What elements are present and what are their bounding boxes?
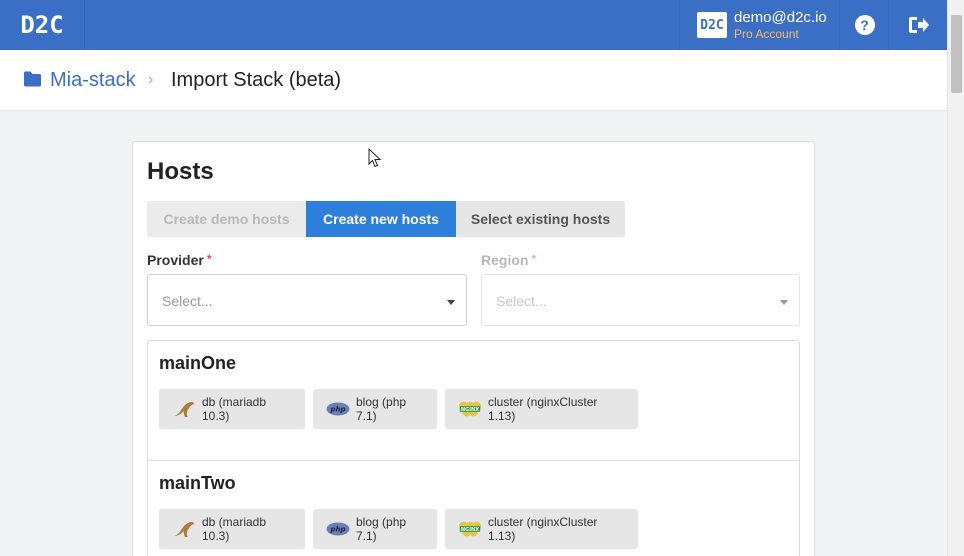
service-label: blog (php 7.1) xyxy=(356,515,407,543)
mouse-cursor-icon xyxy=(368,148,382,168)
account-plan: Pro Account xyxy=(734,27,799,41)
required-mark: * xyxy=(206,252,212,266)
avatar: D2C xyxy=(697,12,727,38)
mariadb-seal-icon xyxy=(172,400,196,418)
chevron-right-icon: › xyxy=(148,71,154,88)
service-chip[interactable]: db (mariadb 10.3) xyxy=(159,389,305,429)
folder-icon xyxy=(24,71,41,87)
svg-text:php: php xyxy=(329,526,345,534)
host-source-tabs: Create demo hosts Create new hosts Selec… xyxy=(147,201,625,237)
provider-select[interactable]: Select... xyxy=(147,274,467,326)
svg-text:php: php xyxy=(329,406,345,414)
tab-create-demo-hosts[interactable]: Create demo hosts xyxy=(147,201,306,237)
service-chip[interactable]: NGiNX cluster (nginxCluster 1.13) xyxy=(445,389,638,429)
host-name: mainTwo xyxy=(159,473,236,493)
service-label: cluster (nginxCluster 1.13) xyxy=(488,395,598,423)
hosts-list: mainOne db (mariadb 10.3) php blog (php … xyxy=(147,340,800,556)
page-scrollbar[interactable] xyxy=(947,0,964,556)
region-select[interactable]: Select... xyxy=(481,274,800,326)
service-chip[interactable]: php blog (php 7.1) xyxy=(313,509,437,549)
host-services: db (mariadb 10.3) php blog (php 7.1) NGi… xyxy=(159,389,638,429)
mariadb-seal-icon xyxy=(172,520,196,538)
host-name: mainOne xyxy=(159,353,237,373)
scrollbar-thumb[interactable] xyxy=(951,15,962,93)
caret-down-icon xyxy=(780,300,788,305)
caret-down-icon xyxy=(447,300,455,305)
provider-label: Provider * xyxy=(147,252,211,268)
tab-create-new-hosts[interactable]: Create new hosts xyxy=(306,201,456,237)
breadcrumb-stack-link[interactable]: Mia-stack xyxy=(50,69,136,92)
host-services: db (mariadb 10.3) php blog (php 7.1) NGi… xyxy=(159,509,638,549)
hosts-title: Hosts xyxy=(147,158,214,185)
help-button[interactable]: ? xyxy=(841,0,889,50)
required-mark: * xyxy=(531,252,537,266)
svg-text:NGiNX: NGiNX xyxy=(461,407,479,413)
hosts-card: Hosts Create demo hosts Create new hosts… xyxy=(132,141,815,556)
service-label: cluster (nginxCluster 1.13) xyxy=(488,515,598,543)
service-label: db (mariadb 10.3) xyxy=(202,395,267,423)
php-icon: php xyxy=(326,400,350,418)
host-item: mainTwo db (mariadb 10.3) php blog (php … xyxy=(148,460,799,556)
provider-label-text: Provider xyxy=(147,252,204,268)
page-title: Import Stack (beta) xyxy=(171,69,342,91)
region-select-placeholder: Select... xyxy=(496,293,547,309)
provider-select-placeholder: Select... xyxy=(162,293,213,309)
tab-select-existing-hosts[interactable]: Select existing hosts xyxy=(456,201,625,237)
user-account-menu[interactable]: D2C demo@d2c.io Pro Account xyxy=(679,0,840,50)
service-label: db (mariadb 10.3) xyxy=(202,515,267,543)
service-chip[interactable]: NGiNX cluster (nginxCluster 1.13) xyxy=(445,509,638,549)
breadcrumb: Mia-stack › Import Stack (beta) xyxy=(0,50,947,111)
d2c-logo[interactable]: D2C xyxy=(0,0,85,50)
question-circle-icon: ? xyxy=(854,15,875,35)
sign-out-icon xyxy=(908,17,929,33)
nginx-icon: NGiNX xyxy=(458,400,482,418)
service-chip[interactable]: db (mariadb 10.3) xyxy=(159,509,305,549)
logout-button[interactable] xyxy=(890,0,947,50)
region-label: Region * xyxy=(481,252,536,268)
service-label: blog (php 7.1) xyxy=(356,395,407,423)
nginx-icon: NGiNX xyxy=(458,520,482,538)
service-chip[interactable]: php blog (php 7.1) xyxy=(313,389,437,429)
host-item: mainOne db (mariadb 10.3) php blog (php … xyxy=(148,341,799,461)
svg-text:NGiNX: NGiNX xyxy=(461,527,479,533)
user-email: demo@d2c.io xyxy=(734,9,827,26)
top-navigation-bar: D2C D2C demo@d2c.io Pro Account ? xyxy=(0,0,947,50)
region-label-text: Region xyxy=(481,252,529,268)
php-icon: php xyxy=(326,520,350,538)
